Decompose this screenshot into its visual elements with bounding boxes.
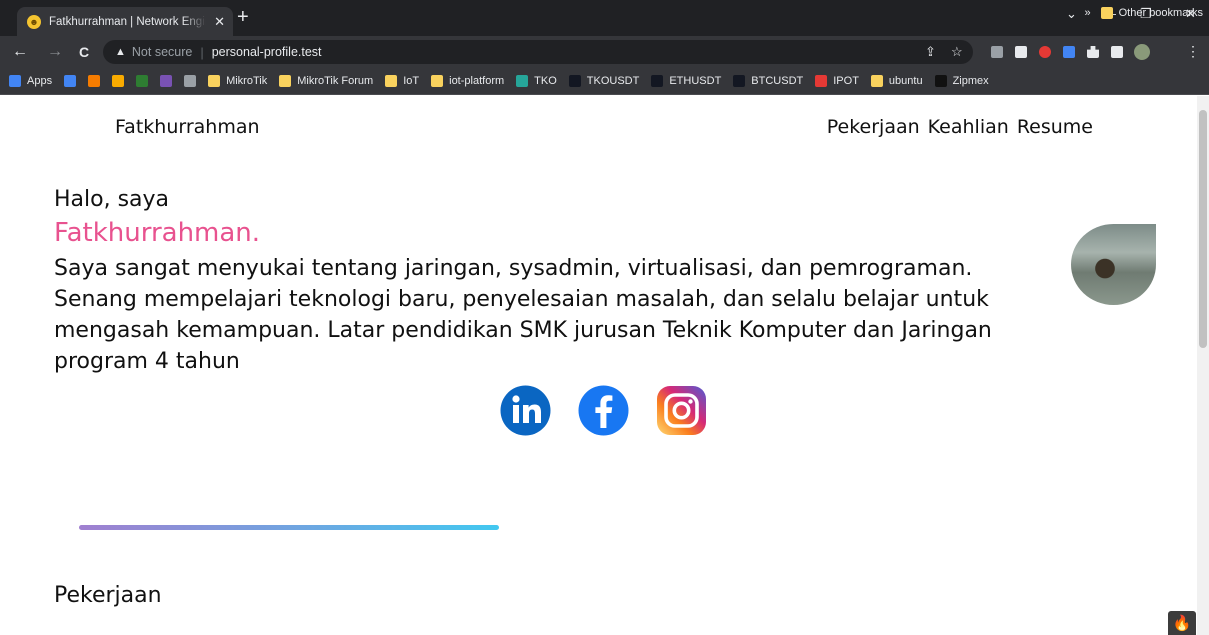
w-icon <box>136 75 149 87</box>
bookmark-label: TKO <box>534 75 557 87</box>
bookmark-label: Apps <box>27 75 53 87</box>
folder-icon <box>431 75 444 87</box>
tradingview-icon <box>568 75 581 87</box>
facebook-link[interactable] <box>578 385 629 436</box>
profile-photo <box>1071 224 1156 305</box>
folder-icon <box>1100 7 1113 19</box>
adblock-icon[interactable] <box>1039 46 1051 58</box>
hero-name: Fatkhurrahman. <box>54 218 261 248</box>
facebook-icon <box>578 385 629 436</box>
smiley-favicon-icon: ☻ <box>27 14 41 29</box>
new-tab-button[interactable]: + <box>237 6 249 28</box>
bookmark-item[interactable] <box>64 75 77 87</box>
reload-icon[interactable]: C <box>79 42 89 62</box>
bookmark-item[interactable]: BTCUSDT <box>733 75 803 87</box>
ipot-icon <box>815 75 828 87</box>
bookmark-item[interactable]: Zipmex <box>934 75 989 87</box>
site-brand[interactable]: Fatkhurrahman <box>115 116 260 138</box>
flame-icon[interactable]: 🔥 <box>1168 611 1196 635</box>
tradingview-icon <box>733 75 746 87</box>
bookmark-label: MikroTik <box>226 75 268 87</box>
instagram-link[interactable] <box>656 385 707 436</box>
bookmark-label: ubuntu <box>888 75 923 87</box>
browser-tab-bar: ☻ Fatkhurrahman | Network Engineer ✕ + ⌄… <box>0 0 1209 36</box>
tko-icon <box>516 75 529 87</box>
scrollbar-thumb[interactable] <box>1199 110 1207 348</box>
bookmark-label: Zipmex <box>952 75 989 87</box>
extension-icon[interactable] <box>1015 46 1027 58</box>
linkedin-link[interactable] <box>500 385 551 436</box>
bookmark-item[interactable]: MikroTik Forum <box>279 75 373 87</box>
folder-icon <box>279 75 292 87</box>
bookmark-star-icon[interactable]: ☆ <box>951 44 963 60</box>
omnibox-separator: | <box>200 44 204 60</box>
profile-avatar-icon[interactable] <box>1134 44 1150 60</box>
extension-icon[interactable] <box>991 46 1003 58</box>
zipmex-icon <box>934 75 947 87</box>
tradingview-icon <box>651 75 664 87</box>
site-nav: Pekerjaan Keahlian Resume <box>827 116 1093 138</box>
security-label[interactable]: Not secure <box>132 45 192 59</box>
other-bookmarks[interactable]: » Other bookmarks <box>1085 7 1203 19</box>
nav-link-keahlian[interactable]: Keahlian <box>928 116 1009 138</box>
other-bookmarks-label: Other bookmarks <box>1118 7 1203 19</box>
bookmarks-overflow-icon[interactable]: » <box>1085 7 1091 19</box>
bookmark-label: MikroTik Forum <box>297 75 374 87</box>
bookmark-label: TKOUSDT <box>586 75 640 87</box>
blogger-icon <box>88 75 101 87</box>
folder-icon <box>870 75 883 87</box>
bookmark-item[interactable]: MikroTik <box>208 75 267 87</box>
bookmark-item[interactable]: IoT <box>385 75 419 87</box>
nav-link-resume[interactable]: Resume <box>1017 116 1093 138</box>
apps-grid-icon <box>9 75 21 87</box>
docs-icon <box>64 75 77 87</box>
page-content: Fatkhurrahman Pekerjaan Keahlian Resume … <box>0 96 1197 635</box>
back-icon[interactable]: ← <box>12 42 28 62</box>
hero-bio: Saya sangat menyukai tentang jaringan, s… <box>54 256 992 374</box>
folder-icon <box>385 75 398 87</box>
menu-kebab-icon[interactable]: ⋮ <box>1186 43 1200 59</box>
url-text[interactable]: personal-profile.test <box>212 45 322 59</box>
bookmark-item[interactable] <box>136 75 149 87</box>
bookmark-label: BTCUSDT <box>751 75 804 87</box>
forward-icon[interactable]: → <box>47 42 63 62</box>
bookmark-label: IoT <box>403 75 420 87</box>
tab-search-icon[interactable]: ⌄ <box>1066 6 1077 22</box>
bookmark-item[interactable]: ubuntu <box>870 75 923 87</box>
section-divider <box>79 525 499 530</box>
side-panel-icon[interactable] <box>1111 46 1123 58</box>
bookmark-item[interactable] <box>184 75 197 87</box>
page-scrollbar[interactable] <box>1197 96 1209 635</box>
nav-link-pekerjaan[interactable]: Pekerjaan <box>827 116 920 138</box>
bookmark-label: ETHUSDT <box>669 75 722 87</box>
browser-tab[interactable]: ☻ Fatkhurrahman | Network Engineer ✕ <box>17 7 233 36</box>
bookmark-label: iot-platform <box>449 75 505 87</box>
bookmark-item[interactable]: iot-platform <box>431 75 504 87</box>
bookmark-item[interactable]: IPOT <box>815 75 859 87</box>
bookmark-item[interactable]: TKO <box>516 75 557 87</box>
bootstrap-icon <box>160 75 173 87</box>
bookmark-item[interactable] <box>112 75 125 87</box>
translate-icon[interactable] <box>1063 46 1075 58</box>
hero-greeting: Halo, saya <box>54 187 170 212</box>
folder-icon <box>208 75 221 87</box>
share-icon[interactable]: ⇪ <box>925 44 936 60</box>
address-bar[interactable]: ▲ Not secure | personal-profile.test ⇪ ☆ <box>103 40 973 64</box>
bookmark-item[interactable] <box>160 75 173 87</box>
bookmark-item[interactable] <box>88 75 101 87</box>
tab-title: Fatkhurrahman | Network Engineer <box>49 15 206 28</box>
linkedin-icon <box>500 385 551 436</box>
bookmark-item[interactable]: ETHUSDT <box>651 75 721 87</box>
tab-close-icon[interactable]: ✕ <box>214 14 225 30</box>
warning-icon[interactable]: ▲ <box>115 46 126 58</box>
bookmark-item[interactable]: Apps <box>9 75 52 87</box>
analytics-icon <box>112 75 125 87</box>
instagram-icon <box>657 386 706 435</box>
bookmark-item[interactable]: TKOUSDT <box>568 75 640 87</box>
section-title-pekerjaan: Pekerjaan <box>54 583 162 608</box>
car-icon <box>184 75 197 87</box>
bookmarks-bar: Apps MikroTik MikroTik Forum IoT iot-platfor… <box>0 68 1209 95</box>
bookmark-label: IPOT <box>833 75 859 87</box>
